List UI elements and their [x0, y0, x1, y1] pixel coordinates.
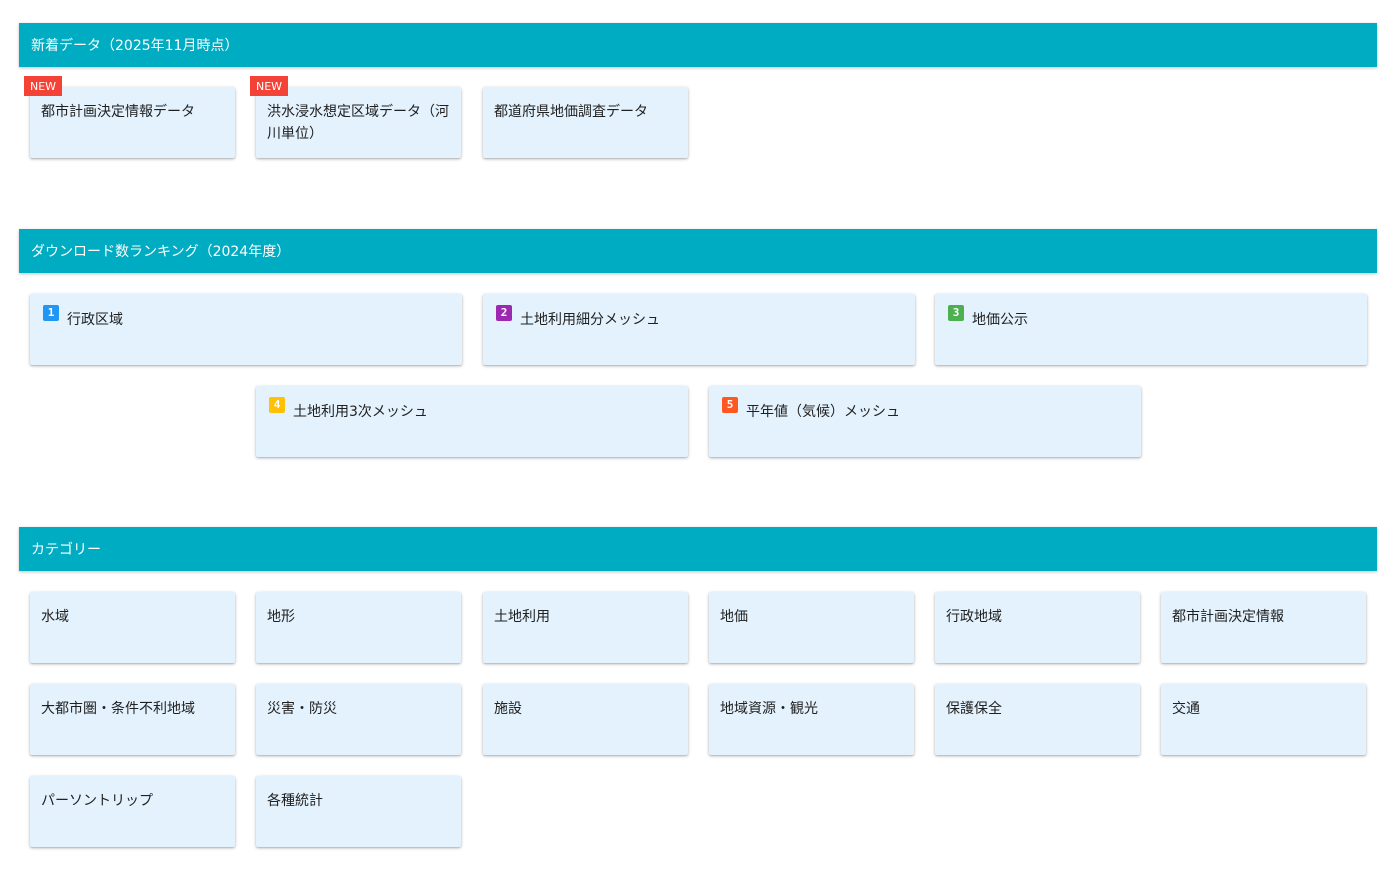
card-label: 地形: [267, 609, 295, 625]
category-card-shisetsu[interactable]: 施設: [483, 684, 688, 755]
category-card-koutsuu[interactable]: 交通: [1161, 684, 1366, 755]
card-label: パーソントリップ: [41, 793, 153, 809]
category-card-chika[interactable]: 地価: [709, 592, 914, 663]
card-label: 洪水浸水想定区域データ（河川単位）: [267, 104, 449, 142]
categories-title: カテゴリー: [31, 542, 101, 558]
category-card-chiiki-shigen[interactable]: 地域資源・観光: [709, 684, 914, 755]
card-label: 平年値（気候）メッシュ: [746, 404, 900, 420]
rank-4-icon: 4: [269, 397, 285, 413]
new-data-card-chika-chousa[interactable]: 都道府県地価調査データ: [483, 87, 688, 158]
new-badge: NEW: [24, 76, 63, 96]
card-label: 水域: [41, 609, 69, 625]
category-card-saigai-bousai[interactable]: 災害・防災: [256, 684, 461, 755]
card-label: 大都市圏・条件不利地域: [41, 701, 195, 717]
card-label: 交通: [1172, 701, 1200, 717]
ranking-card-3[interactable]: 3 地価公示: [935, 294, 1367, 365]
new-data-header: 新着データ（2025年11月時点）: [19, 23, 1377, 67]
ranking-card-1[interactable]: 1 行政区域: [30, 294, 462, 365]
card-label: 行政区域: [67, 312, 123, 328]
new-badge: NEW: [250, 76, 289, 96]
card-label: 保護保全: [946, 701, 1002, 717]
card-label: 地価: [720, 609, 748, 625]
ranking-card-4[interactable]: 4 土地利用3次メッシュ: [256, 386, 688, 457]
category-card-toshi-keikaku[interactable]: 都市計画決定情報: [1161, 592, 1366, 663]
card-label: 各種統計: [267, 793, 323, 809]
category-card-daitoshiken[interactable]: 大都市圏・条件不利地域: [30, 684, 235, 755]
rank-5-icon: 5: [722, 397, 738, 413]
new-data-card-kouzui[interactable]: 洪水浸水想定区域データ（河川単位）: [256, 87, 461, 158]
new-data-card-toshi-keikaku[interactable]: 都市計画決定情報データ: [30, 87, 235, 158]
category-card-chikei[interactable]: 地形: [256, 592, 461, 663]
categories-header: カテゴリー: [19, 527, 1377, 571]
category-card-hogo-hozen[interactable]: 保護保全: [935, 684, 1140, 755]
new-data-title: 新着データ（2025年11月時点）: [31, 38, 239, 54]
category-card-kakushu-toukei[interactable]: 各種統計: [256, 776, 461, 847]
card-label: 行政地域: [946, 609, 1002, 625]
card-label: 都市計画決定情報: [1172, 609, 1284, 625]
card-label: 土地利用3次メッシュ: [293, 404, 428, 420]
card-label: 土地利用細分メッシュ: [520, 312, 660, 328]
category-card-tochi-riyou[interactable]: 土地利用: [483, 592, 688, 663]
card-label: 地価公示: [972, 312, 1028, 328]
card-label: 都道府県地価調査データ: [494, 104, 648, 120]
ranking-header: ダウンロード数ランキング（2024年度）: [19, 229, 1377, 273]
ranking-card-2[interactable]: 2 土地利用細分メッシュ: [483, 294, 915, 365]
rank-3-icon: 3: [948, 305, 964, 321]
category-card-person-trip[interactable]: パーソントリップ: [30, 776, 235, 847]
ranking-title: ダウンロード数ランキング（2024年度）: [31, 244, 291, 260]
rank-1-icon: 1: [43, 305, 59, 321]
rank-2-icon: 2: [496, 305, 512, 321]
card-label: 災害・防災: [267, 701, 337, 717]
category-card-suiiki[interactable]: 水域: [30, 592, 235, 663]
card-label: 地域資源・観光: [720, 701, 818, 717]
card-label: 土地利用: [494, 609, 550, 625]
category-card-gyousei-chiiki[interactable]: 行政地域: [935, 592, 1140, 663]
ranking-card-5[interactable]: 5 平年値（気候）メッシュ: [709, 386, 1141, 457]
card-label: 施設: [494, 701, 522, 717]
card-label: 都市計画決定情報データ: [41, 104, 195, 120]
